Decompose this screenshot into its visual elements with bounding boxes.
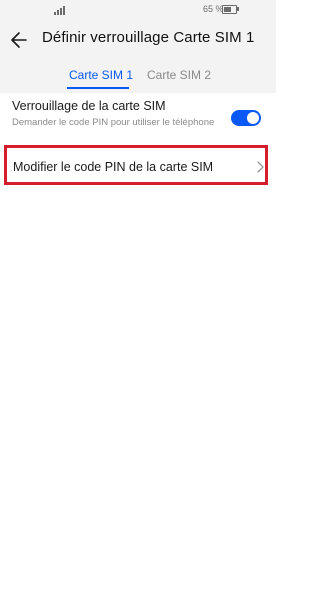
- sim-lock-subtitle: Demander le code PIN pour utiliser le té…: [12, 117, 215, 128]
- battery-fill: [224, 7, 231, 12]
- sim-tabs: Carte SIM 1 Carte SIM 2: [0, 60, 276, 93]
- sim-lock-row[interactable]: Verrouillage de la carte SIM Demander le…: [0, 93, 276, 145]
- toggle-knob: [247, 112, 259, 124]
- sim-lock-toggle[interactable]: [231, 110, 261, 126]
- page-title: Définir verrouillage Carte SIM 1: [42, 29, 255, 46]
- back-arrow-icon: [11, 32, 27, 48]
- signal-icon: [54, 6, 65, 15]
- change-pin-row[interactable]: Modifier le code PIN de la carte SIM: [4, 145, 268, 185]
- tab-sim-1[interactable]: Carte SIM 1: [69, 68, 133, 82]
- battery-icon: [222, 5, 237, 14]
- battery-percent: 65 %: [203, 4, 224, 14]
- change-pin-label: Modifier le code PIN de la carte SIM: [13, 160, 214, 174]
- chevron-right-icon: [257, 161, 264, 173]
- status-bar: 65 %: [0, 0, 276, 20]
- active-tab-indicator: [67, 87, 129, 89]
- back-button[interactable]: [8, 28, 34, 52]
- sim-lock-title: Verrouillage de la carte SIM: [12, 99, 166, 113]
- tab-sim-2[interactable]: Carte SIM 2: [147, 68, 211, 82]
- battery-tip: [237, 7, 239, 11]
- title-bar: Définir verrouillage Carte SIM 1: [0, 20, 276, 60]
